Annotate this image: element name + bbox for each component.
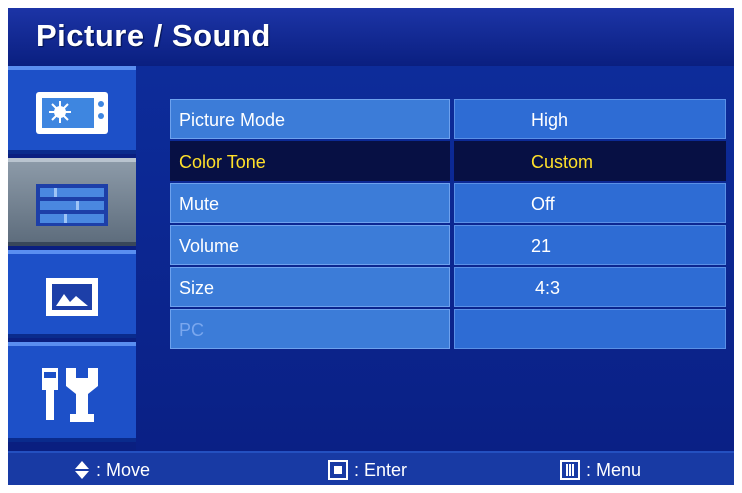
up-down-arrow-icon — [75, 461, 89, 479]
menu-row-value — [454, 309, 726, 349]
sidebar-tab-setup[interactable] — [8, 342, 136, 442]
setup-tools-icon — [42, 368, 98, 422]
menu-row-value: 4:3 — [454, 267, 726, 307]
menu-row-value: 21 — [454, 225, 726, 265]
menu-row-color-tone[interactable]: Color Tone Custom — [170, 140, 726, 182]
menu-row-label: PC — [170, 309, 450, 349]
sidebar-tab-sound[interactable] — [8, 158, 136, 246]
enter-hint: : Enter — [328, 459, 407, 481]
menu-row-label: Color Tone — [170, 141, 450, 181]
enter-hint-label: : Enter — [354, 460, 408, 480]
menu-hint: : Menu — [560, 459, 641, 481]
sidebar — [8, 66, 136, 451]
enter-button-icon — [328, 460, 348, 480]
menu-row-label: Size — [170, 267, 450, 307]
menu-row-label: Volume — [170, 225, 450, 265]
menu-row-pc: PC — [170, 308, 726, 350]
menu-button-icon — [560, 460, 580, 480]
menu-row-volume[interactable]: Volume 21 — [170, 224, 726, 266]
sound-equalizer-icon — [36, 184, 108, 226]
menu-row-label: Mute — [170, 183, 450, 223]
menu-row-mute[interactable]: Mute Off — [170, 182, 726, 224]
screen-size-icon — [46, 278, 98, 316]
sidebar-tab-picture[interactable] — [8, 66, 136, 154]
menu-row-value: Off — [454, 183, 726, 223]
menu-row-value: High — [454, 99, 726, 139]
footer-hints: : Move : Enter : Menu — [8, 451, 734, 485]
menu-row-value: Custom — [454, 141, 726, 181]
sidebar-tab-screen[interactable] — [8, 250, 136, 338]
menu-panel: Picture Mode High Color Tone Custom Mute… — [136, 66, 734, 451]
menu-table: Picture Mode High Color Tone Custom Mute… — [170, 98, 726, 350]
page-title: Picture / Sound — [36, 18, 271, 53]
menu-row-size[interactable]: Size 4:3 — [170, 266, 726, 308]
menu-hint-label: : Menu — [586, 460, 642, 480]
picture-icon — [36, 92, 108, 134]
header-bar: Picture / Sound — [8, 8, 734, 66]
move-hint: : Move — [74, 459, 150, 481]
move-hint-label: : Move — [96, 460, 151, 480]
menu-row-label: Picture Mode — [170, 99, 450, 139]
menu-row-picture-mode[interactable]: Picture Mode High — [170, 98, 726, 140]
osd-screen: Picture / Sound Picture Mode High Color … — [8, 8, 734, 485]
